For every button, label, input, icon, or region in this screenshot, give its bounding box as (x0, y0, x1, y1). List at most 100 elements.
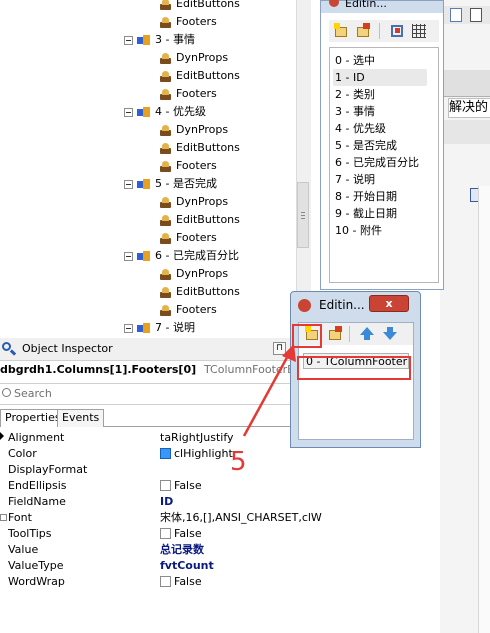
property-row[interactable]: WordWrap False (0, 574, 312, 590)
property-icon (158, 160, 172, 173)
property-row[interactable]: ToolTips False (0, 526, 312, 542)
column-list-item[interactable]: 10 - 附件 (333, 222, 427, 239)
tree-property-node[interactable]: Footers (158, 301, 217, 318)
property-grid[interactable]: Alignment taRightJustify Color clHighlight D… (0, 430, 322, 590)
property-value-cell[interactable]: False (160, 478, 202, 494)
tree-property-node[interactable]: EditButtons (158, 211, 240, 228)
property-row[interactable]: FieldName ID (0, 494, 312, 510)
property-value-cell[interactable]: 宋体,16,[],ANSI_CHARSET,clW (160, 510, 322, 526)
tree-column-node[interactable]: 4 - 优先级 (124, 103, 206, 120)
tab-events[interactable]: Events (57, 409, 105, 427)
collapse-toggle-icon[interactable] (124, 251, 133, 261)
tree-property-node[interactable]: DynProps (158, 193, 228, 210)
property-value-cell[interactable]: ID (160, 494, 173, 510)
column-list-item[interactable]: 3 - 事情 (333, 103, 427, 120)
ide-panel (440, 120, 490, 144)
property-row[interactable]: Font 宋体,16,[],ANSI_CHARSET,clW (0, 510, 322, 526)
collapse-toggle-icon[interactable] (124, 107, 133, 117)
copy-icon[interactable] (470, 8, 482, 22)
column-list-item[interactable]: 5 - 是否完成 (333, 137, 427, 154)
delete-icon[interactable] (327, 326, 343, 342)
expand-icon[interactable] (0, 514, 7, 521)
property-icon (158, 70, 172, 83)
tree-column-node[interactable]: 3 - 事情 (124, 31, 195, 48)
column-icon (137, 34, 151, 47)
highlight-box-footer-item (297, 356, 411, 380)
property-value-cell[interactable]: 总记录数 (160, 542, 204, 558)
columns-list[interactable]: 0 - 选中 1 - ID 2 - 类别 3 - 事情 4 - 优先级 5 - 是否完成 6… (329, 47, 439, 283)
column-list-item[interactable]: 7 - 说明 (333, 171, 427, 188)
close-button[interactable]: x (369, 295, 409, 312)
property-value: 宋体,16,[],ANSI_CHARSET,clW (160, 511, 322, 524)
property-name: Font (8, 511, 32, 524)
property-value-cell[interactable]: taRightJustify (160, 430, 234, 446)
document-icon[interactable] (450, 8, 462, 22)
property-icon (158, 16, 172, 29)
structure-tree[interactable]: EditButtons Footers 3 - 事情 DynProps EditButt… (0, 0, 300, 338)
tree-node-label: DynProps (176, 51, 229, 64)
property-row[interactable]: Value 总记录数 (0, 542, 312, 558)
tree-node-label: 6 - 已完成百分比 (155, 249, 239, 262)
add-all-fields-icon[interactable] (389, 23, 405, 39)
tree-column-node[interactable]: 5 - 是否完成 (124, 175, 217, 192)
footers-editor-titlebar[interactable]: Editin... x (291, 292, 420, 319)
checkbox[interactable] (160, 576, 171, 587)
tree-property-node[interactable]: EditButtons (158, 67, 240, 84)
tree-property-node[interactable]: EditButtons (158, 283, 240, 300)
move-up-icon[interactable] (359, 326, 375, 342)
column-list-item[interactable]: 2 - 类别 (333, 86, 427, 103)
annotation-step-number: 5 (230, 447, 247, 477)
tree-property-node[interactable]: Footers (158, 13, 217, 30)
tree-property-node[interactable]: Footers (158, 157, 217, 174)
column-list-item[interactable]: 0 - 选中 (333, 52, 427, 69)
tree-property-node[interactable]: Footers (158, 85, 217, 102)
column-list-item[interactable]: 4 - 优先级 (333, 120, 427, 137)
column-list-item[interactable]: 9 - 截止日期 (333, 205, 427, 222)
column-list-item[interactable]: 1 - ID (333, 69, 427, 86)
property-icon (158, 304, 172, 317)
tree-property-node[interactable]: DynProps (158, 49, 228, 66)
columns-editor-toolbar (329, 20, 439, 42)
property-value-cell[interactable]: False (160, 574, 202, 590)
property-row[interactable]: DisplayFormat (0, 462, 312, 478)
tree-node-label: 5 - 是否完成 (155, 177, 217, 190)
add-new-icon[interactable] (333, 23, 349, 39)
tree-property-node[interactable]: DynProps (158, 265, 228, 282)
property-value: clHighlight (174, 447, 233, 460)
property-value-cell[interactable]: fvtCount (160, 558, 214, 574)
collapse-toggle-icon[interactable] (124, 35, 133, 45)
collapse-toggle-icon[interactable] (124, 179, 133, 189)
tree-property-node[interactable]: EditButtons (158, 139, 240, 156)
columns-editor-titlebar[interactable]: Editin... (321, 0, 443, 13)
property-row[interactable]: EndEllipsis False (0, 478, 312, 494)
grid-icon[interactable] (411, 23, 427, 39)
ide-vertical-divider (478, 186, 490, 633)
tree-node-label: EditButtons (176, 285, 240, 298)
tree-scrollbar[interactable] (296, 0, 311, 338)
tree-column-node[interactable]: 7 - 说明 (124, 319, 195, 336)
property-value-cell[interactable]: False (160, 526, 202, 542)
column-list-item[interactable]: 6 - 已完成百分比 (333, 154, 427, 171)
tree-node-label: 7 - 说明 (155, 321, 195, 334)
checkbox[interactable] (160, 480, 171, 491)
property-value: False (174, 575, 202, 588)
checkbox[interactable] (160, 528, 171, 539)
property-icon (158, 196, 172, 209)
tree-column-node[interactable]: 6 - 已完成百分比 (124, 247, 239, 264)
tree-scrollbar-thumb[interactable] (297, 182, 309, 248)
tree-property-node[interactable]: EditButtons (158, 0, 240, 12)
column-list-item[interactable]: 8 - 开始日期 (333, 188, 427, 205)
property-name: Alignment (8, 431, 65, 444)
property-row[interactable]: ValueType fvtCount (0, 558, 312, 574)
property-icon (158, 124, 172, 137)
property-icon (158, 0, 172, 11)
property-value: False (174, 527, 202, 540)
property-row[interactable]: Color clHighlight (0, 446, 312, 462)
move-down-icon[interactable] (382, 326, 398, 342)
delete-icon[interactable] (355, 23, 371, 39)
tab-properties[interactable]: Properties (0, 409, 66, 427)
tree-property-node[interactable]: Footers (158, 229, 217, 246)
collapse-toggle-icon[interactable] (124, 323, 133, 333)
tree-property-node[interactable]: DynProps (158, 121, 228, 138)
property-value-cell[interactable]: clHighlight (160, 446, 233, 462)
